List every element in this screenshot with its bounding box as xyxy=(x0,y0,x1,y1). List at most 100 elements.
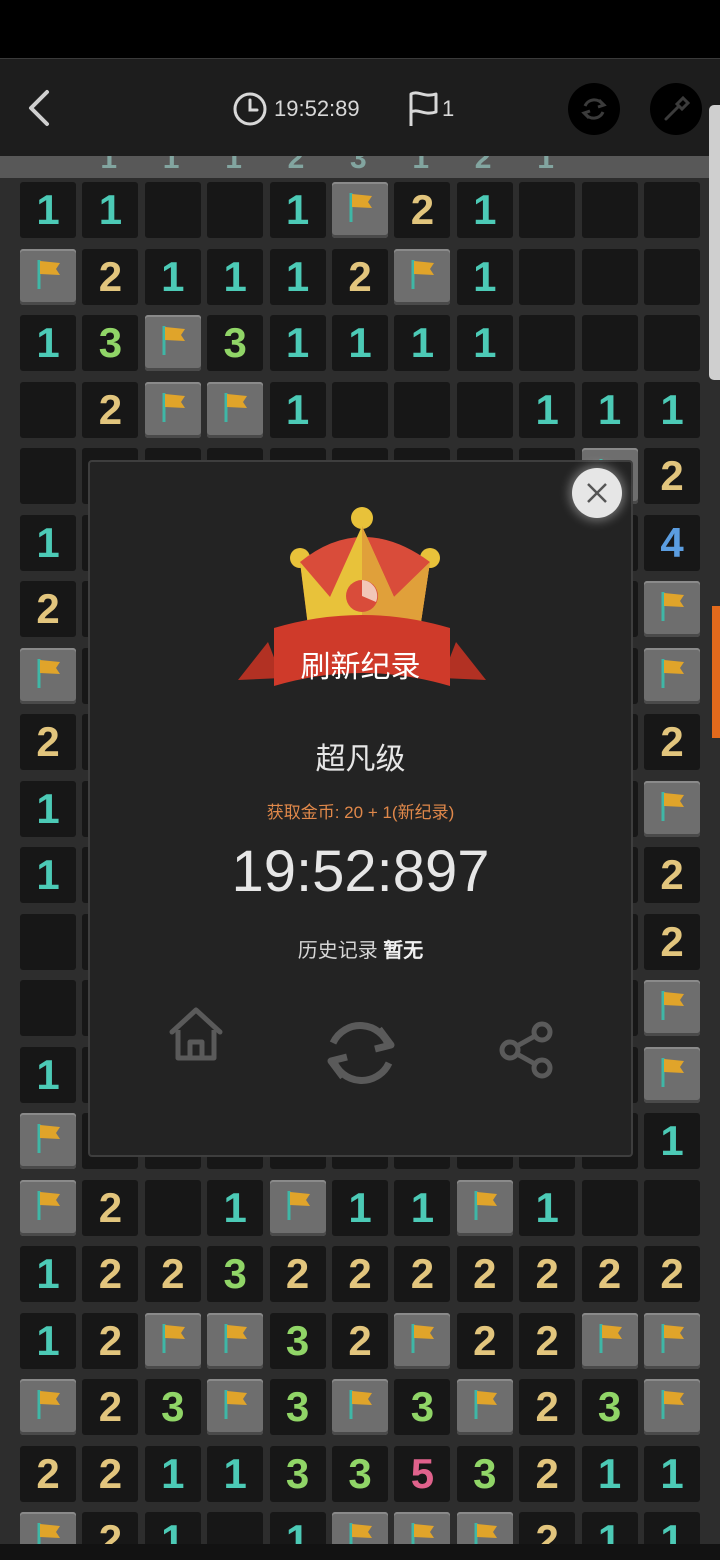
flagged-cell[interactable] xyxy=(207,1312,264,1369)
number-cell[interactable]: 2 xyxy=(394,182,451,238)
empty-cell[interactable] xyxy=(519,182,576,238)
number-cell[interactable]: 2 xyxy=(20,1445,76,1502)
restart-game-button[interactable] xyxy=(568,83,620,135)
number-cell[interactable]: 1 xyxy=(456,248,513,305)
number-cell[interactable]: 2 xyxy=(456,1312,513,1369)
number-cell[interactable]: 1 xyxy=(269,381,326,438)
flagged-cell[interactable] xyxy=(644,647,700,704)
empty-cell[interactable] xyxy=(581,315,638,371)
number-cell[interactable]: 1 xyxy=(20,847,76,903)
number-cell[interactable]: 3 xyxy=(207,315,264,371)
number-cell[interactable]: 1 xyxy=(20,315,76,371)
back-button[interactable] xyxy=(18,85,58,131)
number-cell[interactable]: 2 xyxy=(269,1246,326,1302)
flagged-cell[interactable] xyxy=(644,1312,700,1369)
flagged-cell[interactable] xyxy=(144,381,201,438)
empty-cell[interactable] xyxy=(644,182,700,238)
number-cell[interactable]: 1 xyxy=(394,315,451,371)
number-cell[interactable]: 1 xyxy=(519,1179,576,1236)
number-cell[interactable]: 2 xyxy=(644,1246,700,1302)
empty-cell[interactable] xyxy=(394,381,451,438)
number-cell[interactable]: 1 xyxy=(207,248,264,305)
number-cell[interactable]: 1 xyxy=(581,1445,638,1502)
number-cell[interactable]: 1 xyxy=(644,1113,700,1169)
shovel-tool-button[interactable] xyxy=(650,83,702,135)
empty-cell[interactable] xyxy=(144,1179,201,1236)
number-cell[interactable]: 1 xyxy=(581,381,638,438)
scrollbar-thumb[interactable] xyxy=(709,105,720,380)
empty-cell[interactable] xyxy=(581,248,638,305)
number-cell[interactable]: 2 xyxy=(82,1179,139,1236)
close-button[interactable] xyxy=(572,468,622,518)
number-cell[interactable]: 1 xyxy=(456,182,513,238)
number-cell[interactable]: 3 xyxy=(82,315,139,371)
number-cell[interactable]: 2 xyxy=(82,381,139,438)
number-cell[interactable]: 1 xyxy=(644,1445,700,1502)
number-cell[interactable]: 1 xyxy=(519,381,576,438)
empty-cell[interactable] xyxy=(581,1179,638,1236)
number-cell[interactable]: 3 xyxy=(207,1246,264,1302)
number-cell[interactable]: 2 xyxy=(82,1379,139,1435)
empty-cell[interactable] xyxy=(332,381,388,438)
number-cell[interactable]: 1 xyxy=(332,1179,388,1236)
flagged-cell[interactable] xyxy=(20,248,76,305)
number-cell[interactable]: 1 xyxy=(144,1445,201,1502)
number-cell[interactable]: 2 xyxy=(456,1246,513,1302)
flagged-cell[interactable] xyxy=(332,182,388,238)
number-cell[interactable]: 1 xyxy=(207,1445,264,1502)
flagged-cell[interactable] xyxy=(20,1379,76,1435)
empty-cell[interactable] xyxy=(644,248,700,305)
flagged-cell[interactable] xyxy=(20,647,76,704)
play-again-button[interactable] xyxy=(318,1010,404,1096)
number-cell[interactable]: 3 xyxy=(456,1445,513,1502)
flagged-cell[interactable] xyxy=(207,1379,264,1435)
number-cell[interactable]: 1 xyxy=(20,182,76,238)
empty-cell[interactable] xyxy=(581,182,638,238)
flagged-cell[interactable] xyxy=(144,1312,201,1369)
flagged-cell[interactable] xyxy=(644,980,700,1036)
number-cell[interactable]: 2 xyxy=(20,714,76,770)
number-cell[interactable]: 2 xyxy=(144,1246,201,1302)
flagged-cell[interactable] xyxy=(644,581,700,637)
number-cell[interactable]: 1 xyxy=(20,1246,76,1302)
flagged-cell[interactable] xyxy=(581,1312,638,1369)
number-cell[interactable]: 2 xyxy=(581,1246,638,1302)
number-cell[interactable]: 2 xyxy=(20,581,76,637)
empty-cell[interactable] xyxy=(144,182,201,238)
number-cell[interactable]: 2 xyxy=(82,1312,139,1369)
number-cell[interactable]: 1 xyxy=(20,780,76,837)
number-cell[interactable]: 5 xyxy=(394,1445,451,1502)
number-cell[interactable]: 1 xyxy=(20,514,76,571)
share-button[interactable] xyxy=(494,1018,558,1082)
flagged-cell[interactable] xyxy=(644,1046,700,1103)
number-cell[interactable]: 2 xyxy=(82,248,139,305)
empty-cell[interactable] xyxy=(644,315,700,371)
side-tab[interactable] xyxy=(712,606,720,738)
flagged-cell[interactable] xyxy=(332,1379,388,1435)
number-cell[interactable]: 1 xyxy=(269,248,326,305)
flagged-cell[interactable] xyxy=(20,1113,76,1169)
number-cell[interactable]: 2 xyxy=(644,714,700,770)
flagged-cell[interactable] xyxy=(269,1179,326,1236)
number-cell[interactable]: 2 xyxy=(519,1312,576,1369)
number-cell[interactable]: 1 xyxy=(269,182,326,238)
number-cell[interactable]: 3 xyxy=(394,1379,451,1435)
number-cell[interactable]: 2 xyxy=(644,913,700,970)
number-cell[interactable]: 1 xyxy=(644,381,700,438)
empty-cell[interactable] xyxy=(20,980,76,1036)
flagged-cell[interactable] xyxy=(394,248,451,305)
number-cell[interactable]: 2 xyxy=(519,1246,576,1302)
number-cell[interactable]: 2 xyxy=(519,1379,576,1435)
flagged-cell[interactable] xyxy=(144,315,201,371)
number-cell[interactable]: 1 xyxy=(20,1046,76,1103)
number-cell[interactable]: 2 xyxy=(332,1246,388,1302)
number-cell[interactable]: 1 xyxy=(207,1179,264,1236)
empty-cell[interactable] xyxy=(519,248,576,305)
number-cell[interactable]: 2 xyxy=(82,1246,139,1302)
number-cell[interactable]: 3 xyxy=(269,1445,326,1502)
number-cell[interactable]: 2 xyxy=(332,248,388,305)
empty-cell[interactable] xyxy=(20,381,76,438)
number-cell[interactable]: 3 xyxy=(332,1445,388,1502)
number-cell[interactable]: 3 xyxy=(269,1379,326,1435)
flagged-cell[interactable] xyxy=(394,1312,451,1369)
